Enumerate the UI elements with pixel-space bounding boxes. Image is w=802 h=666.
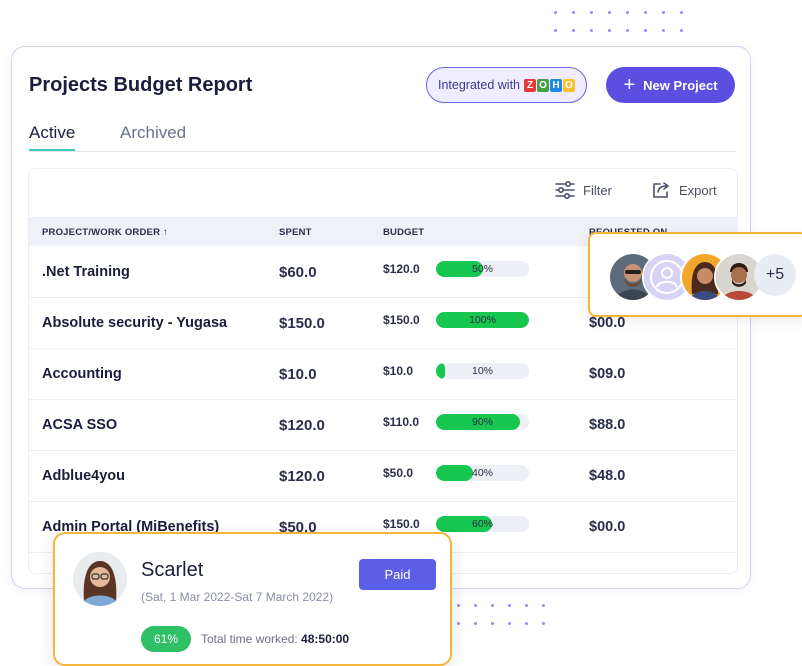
decorative-dot: [491, 622, 494, 625]
paid-status-button[interactable]: Paid: [359, 559, 436, 590]
decorative-dot: [572, 29, 575, 32]
employee-name: Scarlet: [141, 559, 204, 581]
total-time-value: 48:50:00: [301, 632, 350, 646]
project-name: Adblue4you: [42, 468, 125, 484]
decorative-dot: [542, 622, 545, 625]
requested-value: $00.0: [589, 519, 626, 535]
requested-value: $88.0: [589, 417, 626, 433]
budget-progress-bar: 10%: [436, 363, 529, 379]
decorative-dot: [680, 29, 683, 32]
decorative-dot: [680, 11, 683, 14]
budget-progress-bar: 50%: [436, 261, 529, 277]
requested-value: $00.0: [589, 315, 626, 331]
budget-value: $110.0: [383, 415, 420, 429]
avatar: [73, 552, 127, 606]
decorative-dot: [542, 604, 545, 607]
decorative-dot: [662, 29, 665, 32]
tab-bar: Active Archived: [29, 123, 736, 152]
budget-value: $150.0: [383, 517, 420, 531]
filter-sliders-icon: [555, 181, 575, 199]
budget-value: $10.0: [383, 364, 414, 378]
spent-value: $10.0: [279, 366, 317, 383]
decorative-dot-grid-top: [554, 11, 683, 32]
decorative-dot: [590, 29, 593, 32]
budget-progress-bar: 60%: [436, 516, 529, 532]
spent-value: $60.0: [279, 264, 317, 281]
decorative-dot: [508, 622, 511, 625]
budget-value: $120.0: [383, 262, 420, 276]
project-name: Absolute security - Yugasa: [42, 315, 228, 331]
decorative-dot: [662, 11, 665, 14]
filter-label: Filter: [583, 182, 612, 198]
export-button[interactable]: Export: [651, 181, 717, 199]
decorative-dot: [572, 11, 575, 14]
table-row[interactable]: Adblue4you $120.0 $50.0 40% $48.0: [29, 450, 737, 502]
table-row[interactable]: ACSA SSO $120.0 $110.0 90% $88.0: [29, 399, 737, 451]
decorative-dot: [474, 604, 477, 607]
decorative-dot: [554, 11, 557, 14]
export-share-icon: [653, 182, 669, 198]
timesheet-period: (Sat, 1 Mar 2022-Sat 7 March 2022): [141, 590, 334, 604]
budget-value: $150.0: [383, 313, 420, 327]
completion-percent-badge: 61%: [141, 626, 191, 652]
budget-progress-label: 60%: [471, 518, 493, 530]
decorative-dot: [457, 604, 460, 607]
decorative-dot: [626, 29, 629, 32]
new-project-label: New Project: [643, 77, 718, 93]
total-time-label: Total time worked:: [201, 632, 298, 646]
decorative-dot: [491, 604, 494, 607]
requested-value: $09.0: [589, 366, 626, 382]
decorative-dot: [608, 29, 611, 32]
budget-progress-bar: 90%: [436, 414, 529, 430]
column-header-spent[interactable]: SPENT: [279, 227, 312, 238]
total-time-worked: Total time worked: 48:50:00: [201, 632, 349, 646]
table-row[interactable]: Accounting $10.0 $10.0 10% $09.0: [29, 348, 737, 400]
decorative-dot-grid-bottom: [457, 586, 545, 625]
tab-active[interactable]: Active: [29, 123, 76, 151]
zoho-logo: Z O H O: [524, 78, 575, 92]
page-title: Projects Budget Report: [29, 74, 253, 96]
team-avatars-card: +5: [588, 232, 802, 317]
more-members-count[interactable]: +5: [754, 254, 796, 296]
filter-button[interactable]: Filter: [555, 181, 612, 199]
projects-table: Filter Export PROJECT/WORK ORDER ↑ SPENT…: [28, 168, 738, 574]
decorative-dot: [644, 11, 647, 14]
decorative-dot: [525, 604, 528, 607]
column-header-budget[interactable]: BUDGET: [383, 227, 424, 238]
budget-progress-bar: 40%: [436, 465, 529, 481]
budget-progress-label: 10%: [471, 365, 493, 377]
project-name: .Net Training: [42, 264, 130, 280]
decorative-dot: [474, 622, 477, 625]
new-project-button[interactable]: + New Project: [606, 67, 735, 103]
project-name: ACSA SSO: [42, 417, 118, 433]
budget-progress-label: 40%: [471, 467, 493, 479]
timesheet-card: Scarlet (Sat, 1 Mar 2022-Sat 7 March 202…: [53, 532, 452, 666]
export-label: Export: [679, 182, 717, 198]
spent-value: $120.0: [279, 468, 325, 485]
budget-progress-bar: 100%: [436, 312, 529, 328]
decorative-dot: [457, 622, 460, 625]
column-header-project[interactable]: PROJECT/WORK ORDER ↑: [42, 227, 168, 238]
budget-progress-label: 100%: [469, 314, 496, 326]
projects-budget-card: Projects Budget Report Integrated with Z…: [11, 46, 751, 589]
decorative-dot: [590, 11, 593, 14]
decorative-dot: [626, 11, 629, 14]
budget-progress-label: 90%: [471, 416, 493, 428]
zoho-integration-badge[interactable]: Integrated with Z O H O: [426, 67, 587, 103]
spent-value: $120.0: [279, 417, 325, 434]
project-name: Accounting: [42, 366, 122, 382]
tab-archived[interactable]: Archived: [120, 123, 186, 149]
plus-icon: +: [623, 74, 636, 96]
budget-progress-label: 50%: [471, 263, 493, 275]
decorative-dot: [644, 29, 647, 32]
decorative-dot: [525, 622, 528, 625]
requested-value: $48.0: [589, 468, 626, 484]
decorative-dot: [554, 29, 557, 32]
integration-label: Integrated with: [438, 78, 520, 92]
budget-value: $50.0: [383, 466, 414, 480]
decorative-dot: [508, 604, 511, 607]
spent-value: $150.0: [279, 315, 325, 332]
decorative-dot: [608, 11, 611, 14]
